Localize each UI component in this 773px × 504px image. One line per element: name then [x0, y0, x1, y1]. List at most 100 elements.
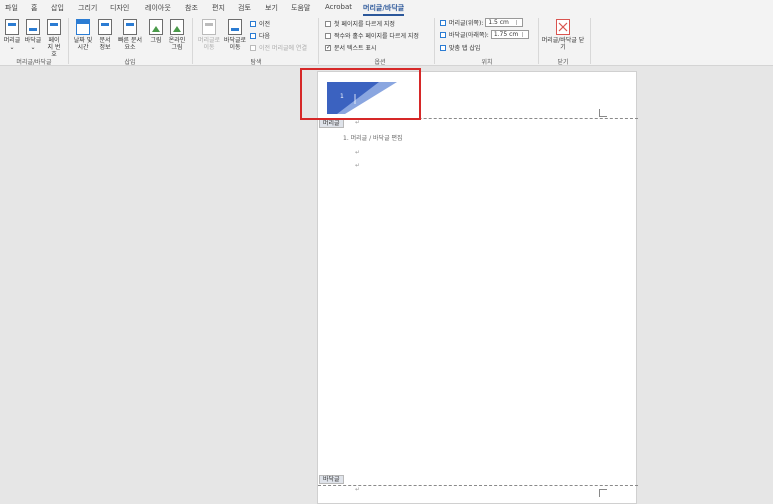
tab-view[interactable]: 보기 [265, 3, 278, 13]
header-position-icon [440, 19, 446, 26]
group-label-navigation: 탐색 [250, 59, 262, 66]
header-icon [5, 19, 19, 35]
chevron-down-icon: ⌄ [30, 44, 36, 51]
different-odd-even-label: 짝수와 홀수 페이지를 다르게 지정 [334, 33, 419, 40]
next-label: 다음 [259, 33, 271, 40]
footer-boundary-line [318, 485, 638, 486]
link-previous-label: 이전 머리글에 연결 [259, 45, 307, 52]
group-label-header-footer: 머리글/바닥글 [16, 59, 52, 66]
calendar-icon [76, 19, 90, 35]
go-to-footer-button[interactable]: 바닥글로 이동 [222, 19, 248, 51]
footer-icon [26, 19, 40, 35]
previous-label: 이전 [259, 21, 271, 28]
close-icon [556, 19, 570, 35]
group-separator [318, 18, 319, 64]
go-to-header-label: 머리글로 이동 [197, 37, 221, 51]
doc-info-label: 문서 정보 [99, 37, 111, 51]
go-to-footer-label: 바닥글로 이동 [223, 37, 247, 51]
close-header-footer-label: 머리글/바닥글 닫기 [541, 37, 585, 51]
tab-mailings[interactable]: 편지 [212, 3, 225, 13]
highlight-box [300, 68, 421, 120]
footer-bottom-spinner[interactable]: 1.75 cm [490, 30, 529, 39]
footer-button-label: 바닥글 [24, 37, 42, 44]
date-time-label: 날짜 및 시간 [73, 37, 93, 51]
link-previous-button[interactable]: 이전 머리글에 연결 [250, 43, 307, 52]
go-to-header-icon [202, 19, 216, 35]
footer-button[interactable]: 바닥글 ⌄ [22, 19, 44, 51]
page-number-button[interactable]: 페이지 번호 [44, 19, 64, 58]
paragraph-mark: ↵ [355, 149, 361, 156]
next-icon [250, 32, 256, 39]
footer-bottom-position: 바닥글(아래쪽): 1.75 cm [440, 30, 529, 39]
footer-bottom-label: 바닥글(아래쪽): [449, 32, 489, 39]
quick-parts-label: 빠른 문서 요소 [118, 37, 142, 51]
ribbon: 머리글 ⌄ 바닥글 ⌄ 페이지 번호 머리글/바닥글 날짜 및 시간 문서 정보… [0, 16, 773, 66]
alignment-tab-icon [440, 44, 446, 51]
insert-alignment-tab-button[interactable]: 맞춤 탭 삽입 [440, 43, 480, 52]
doc-info-button[interactable]: 문서 정보 [96, 19, 114, 51]
online-picture-icon [170, 19, 184, 35]
group-label-position: 위치 [481, 59, 493, 66]
quick-parts-button[interactable]: 빠른 문서 요소 [116, 19, 144, 51]
different-odd-even-checkbox[interactable]: 짝수와 홀수 페이지를 다르게 지정 [325, 31, 419, 40]
header-top-spinner[interactable]: 1.5 cm [485, 18, 524, 27]
previous-icon [250, 20, 256, 27]
checkbox-icon [325, 20, 331, 27]
footer-tag: 바닥글 [319, 475, 344, 484]
header-button-label: 머리글 [3, 37, 21, 44]
paragraph-mark: ↵ [355, 162, 361, 169]
picture-icon [149, 19, 163, 35]
chevron-down-icon: ⌄ [9, 44, 15, 51]
group-separator [434, 18, 435, 64]
body-text-line[interactable]: 1. 머리글 / 바닥글 편집 [343, 133, 403, 142]
tab-draw[interactable]: 그리기 [78, 3, 97, 13]
group-label-close: 닫기 [557, 59, 569, 66]
page-number-button-label: 페이지 번호 [47, 37, 61, 58]
link-icon [250, 44, 256, 51]
close-header-footer-button[interactable]: 머리글/바닥글 닫기 [541, 19, 585, 51]
tab-design[interactable]: 디자인 [110, 3, 129, 13]
header-button[interactable]: 머리글 ⌄ [2, 19, 22, 51]
previous-button[interactable]: 이전 [250, 19, 270, 28]
header-tag: 머리글 [319, 119, 344, 128]
group-separator [590, 18, 591, 64]
date-time-button[interactable]: 날짜 및 시간 [72, 19, 94, 51]
ribbon-tab-bar: 파일 홈 삽입 그리기 디자인 레이아웃 참조 편지 검토 보기 도움말 Acr… [0, 0, 773, 16]
insert-alignment-tab-label: 맞춤 탭 삽입 [449, 45, 481, 52]
go-to-header-button[interactable]: 머리글로 이동 [196, 19, 222, 51]
tab-review[interactable]: 검토 [238, 3, 251, 13]
page-number-icon [47, 19, 61, 35]
different-first-page-label: 첫 페이지를 다르게 지정 [334, 21, 395, 28]
paragraph-mark: ↵ [355, 486, 361, 493]
tab-layout[interactable]: 레이아웃 [145, 3, 171, 13]
tab-file[interactable]: 파일 [5, 3, 18, 13]
show-document-text-label: 문서 텍스트 표시 [334, 45, 377, 52]
header-top-position: 머리글(위쪽): 1.5 cm [440, 18, 524, 27]
tab-insert[interactable]: 삽입 [51, 3, 64, 13]
quick-parts-icon [123, 19, 137, 35]
checkbox-icon [325, 32, 331, 39]
document-page[interactable]: 1 머리글 ↵ 1. 머리글 / 바닥글 편집 ↵ ↵ 바닥글 ↵ [317, 71, 638, 504]
paragraph-mark: ↵ [355, 119, 361, 126]
tab-references[interactable]: 참조 [185, 3, 198, 13]
document-info-icon [98, 19, 112, 35]
checkmark-icon: ✓ [325, 43, 332, 51]
group-separator [192, 18, 193, 64]
margin-corner-mark [599, 109, 607, 117]
go-to-footer-icon [228, 19, 242, 35]
header-top-label: 머리글(위쪽): [449, 20, 484, 27]
tab-help[interactable]: 도움말 [291, 3, 310, 13]
margin-corner-mark [599, 489, 607, 497]
group-separator [68, 18, 69, 64]
show-document-text-checkbox[interactable]: ✓ 문서 텍스트 표시 [325, 43, 376, 52]
group-label-options: 옵션 [374, 59, 386, 66]
tab-header-footer[interactable]: 머리글/바닥글 [363, 3, 405, 16]
next-button[interactable]: 다음 [250, 31, 270, 40]
tab-home[interactable]: 홈 [31, 3, 37, 13]
online-picture-label: 온라인 그림 [168, 37, 186, 51]
tab-acrobat[interactable]: Acrobat [325, 3, 352, 11]
different-first-page-checkbox[interactable]: 첫 페이지를 다르게 지정 [325, 19, 395, 28]
picture-label: 그림 [150, 37, 162, 44]
picture-button[interactable]: 그림 [147, 19, 165, 44]
online-picture-button[interactable]: 온라인 그림 [167, 19, 187, 51]
